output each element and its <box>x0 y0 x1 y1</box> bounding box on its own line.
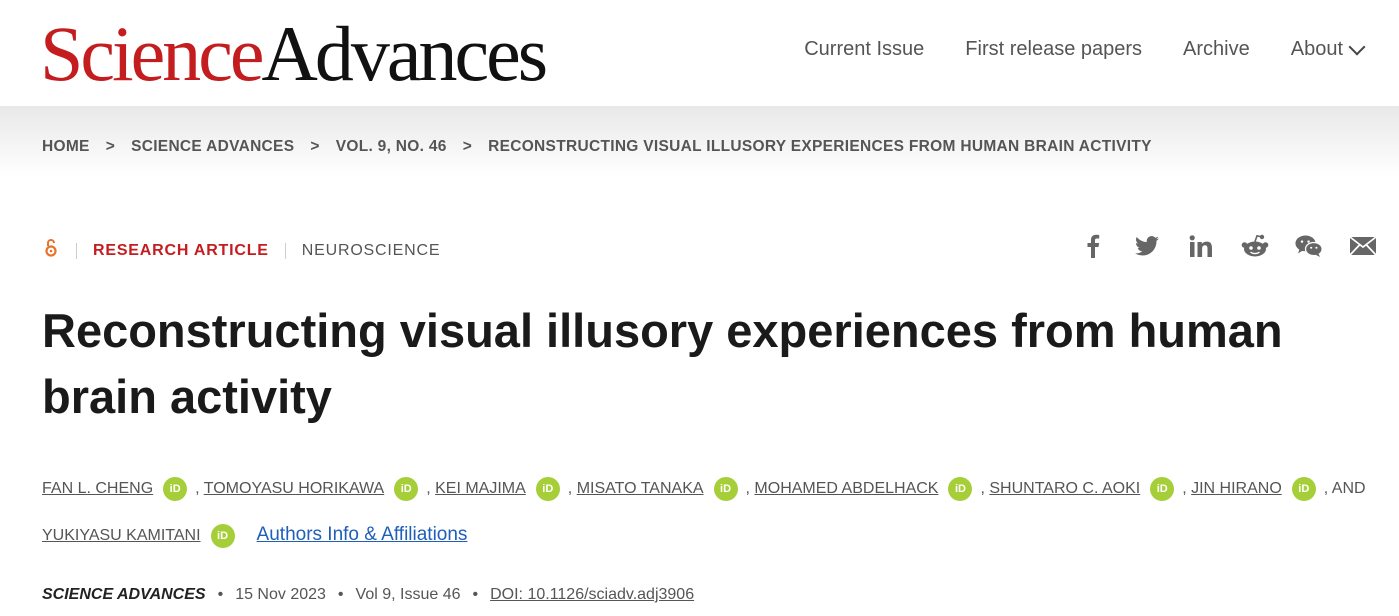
separator-dot: • <box>472 586 479 603</box>
logo-science: Science <box>40 10 265 97</box>
orcid-icon[interactable]: iD <box>948 476 973 501</box>
main-nav: Current Issue First release papers Archi… <box>804 38 1366 61</box>
nav-about-label: About <box>1290 38 1343 60</box>
orcid-icon[interactable]: iD <box>1150 476 1175 501</box>
publication-date: 15 Nov 2023 <box>235 586 326 603</box>
breadcrumb-issue[interactable]: VOL. 9, NO. 46 <box>336 138 447 156</box>
separator-dot: • <box>217 586 224 603</box>
nav-current-issue[interactable]: Current Issue <box>804 38 924 61</box>
volume-issue: Vol 9, Issue 46 <box>355 586 461 603</box>
author-link[interactable]: FAN L. CHENG <box>42 480 153 497</box>
wechat-icon[interactable] <box>1295 232 1323 260</box>
authors-info-affiliations-link[interactable]: Authors Info & Affiliations <box>257 524 468 545</box>
site-header: ScienceAdvances Current Issue First rele… <box>0 0 1399 106</box>
article-title: Reconstructing visual illusory experienc… <box>42 304 1283 423</box>
facebook-icon[interactable] <box>1079 232 1107 260</box>
breadcrumb-journal[interactable]: SCIENCE ADVANCES <box>131 138 294 156</box>
author-link[interactable]: MISATO TANAKA <box>577 480 704 497</box>
logo-advances: Advances <box>261 10 549 97</box>
author-link[interactable]: TOMOYASU HORIKAWA <box>204 480 384 497</box>
article-type[interactable]: RESEARCH ARTICLE <box>93 242 269 260</box>
separator-dot: • <box>337 586 344 603</box>
nav-first-release-papers[interactable]: First release papers <box>965 38 1142 61</box>
author-link[interactable]: MOHAMED ABDELHACK <box>754 480 938 497</box>
author-link[interactable]: JIN HIRANO <box>1191 480 1282 497</box>
article-subject[interactable]: NEUROSCIENCE <box>302 242 441 260</box>
linkedin-icon[interactable] <box>1187 232 1215 260</box>
twitter-icon[interactable] <box>1133 232 1161 260</box>
chevron-right-icon: > <box>105 138 116 155</box>
orcid-icon[interactable]: iD <box>535 476 560 501</box>
divider <box>284 242 286 259</box>
divider <box>76 242 77 259</box>
email-icon[interactable] <box>1349 232 1377 260</box>
breadcrumb: HOME > SCIENCE ADVANCES > VOL. 9, NO. 46… <box>42 138 1152 156</box>
orcid-icon[interactable]: iD <box>210 523 235 548</box>
science-advances-logo[interactable]: ScienceAdvances <box>40 14 548 94</box>
orcid-icon[interactable]: iD <box>394 476 419 501</box>
article-meta: RESEARCH ARTICLE NEUROSCIENCE <box>44 238 440 263</box>
orcid-icon[interactable]: iD <box>163 476 188 501</box>
chevron-down-icon <box>1348 38 1366 55</box>
and-text: AND <box>1331 480 1366 497</box>
share-bar <box>1079 232 1377 260</box>
doi-link[interactable]: DOI: 10.1126/sciadv.adj3906 <box>490 586 694 604</box>
chevron-right-icon: > <box>462 138 473 155</box>
reddit-icon[interactable] <box>1241 232 1269 260</box>
author-list: FAN L. CHENG iD, TOMOYASU HORIKAWA iD, KEI… <box>42 466 1382 559</box>
nav-archive[interactable]: Archive <box>1183 38 1250 61</box>
nav-about[interactable]: About <box>1290 38 1366 61</box>
open-access-icon <box>44 238 58 263</box>
orcid-icon[interactable]: iD <box>1291 476 1316 501</box>
author-link[interactable]: KEI MAJIMA <box>435 480 526 497</box>
breadcrumb-article: RECONSTRUCTING VISUAL ILLUSORY EXPERIENC… <box>488 138 1152 155</box>
breadcrumb-home[interactable]: HOME <box>42 138 90 156</box>
citation-line: SCIENCE ADVANCES • 15 Nov 2023 • Vol 9, … <box>42 586 694 604</box>
author-link[interactable]: YUKIYASU KAMITANI <box>42 527 201 544</box>
chevron-right-icon: > <box>310 138 320 155</box>
journal-name: SCIENCE ADVANCES <box>42 586 206 603</box>
author-link[interactable]: SHUNTARO C. AOKI <box>989 480 1140 497</box>
orcid-icon[interactable]: iD <box>713 476 738 501</box>
